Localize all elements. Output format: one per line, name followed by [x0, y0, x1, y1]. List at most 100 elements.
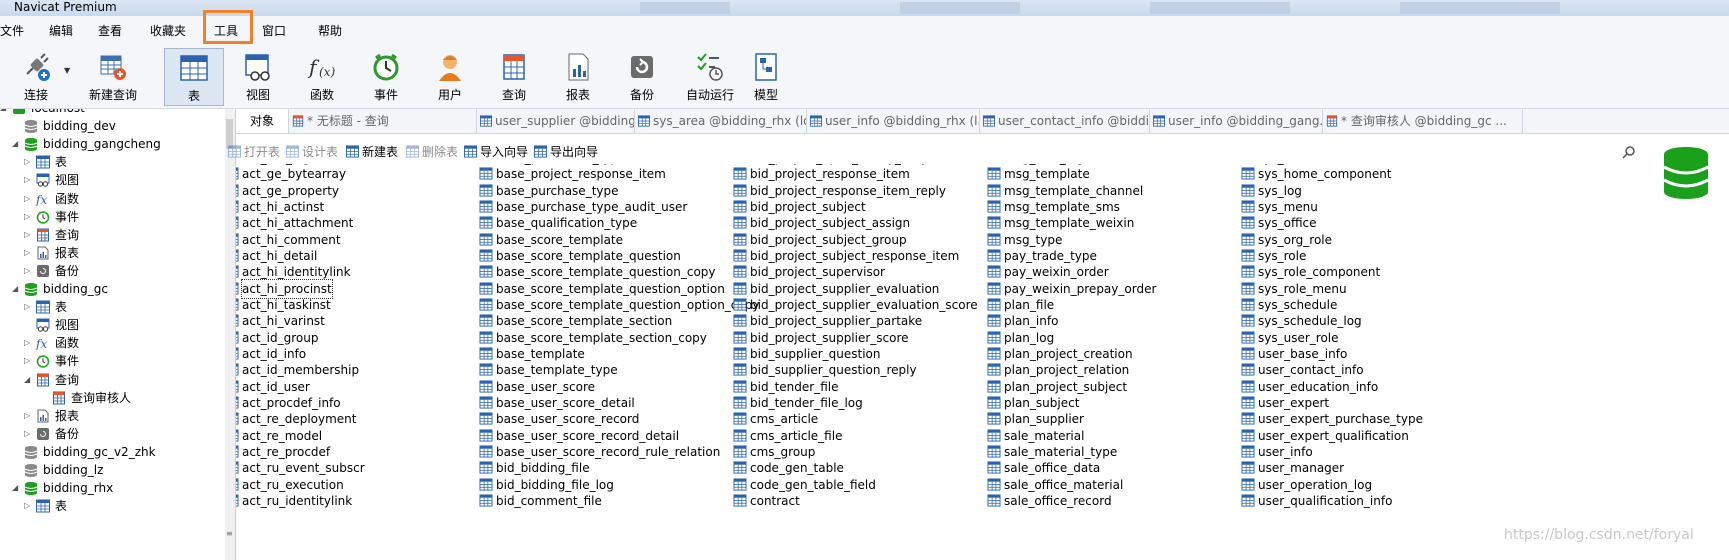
menu-file[interactable]: 文件 — [0, 21, 24, 41]
tree-expander-icon[interactable]: ▷ — [24, 226, 34, 244]
table-item[interactable]: bid_bidding_file — [479, 459, 729, 477]
tree-expander-icon[interactable]: ▷ — [24, 190, 34, 208]
tree-item[interactable]: bidding_dev — [12, 117, 225, 135]
tree-item[interactable]: ◢ localhost — [0, 109, 220, 117]
connection-button[interactable]: 连接 — [6, 48, 66, 106]
tree-expander-icon[interactable]: ◢ — [0, 109, 10, 117]
table-item[interactable]: sys_schedule_log — [1241, 312, 1491, 330]
table-item[interactable]: act_hi_detail — [236, 247, 475, 265]
object-action-button[interactable]: 设计表 — [286, 141, 338, 163]
connection-tree[interactable]: ◢localhostbidding_dev◢bidding_gangcheng▷… — [0, 109, 226, 560]
table-item[interactable]: plan_project_relation — [987, 361, 1237, 379]
table-item[interactable]: sys_office — [1241, 214, 1491, 232]
model-button[interactable]: 模型 — [736, 48, 796, 106]
table-item[interactable]: bid_comment_file — [479, 492, 729, 510]
table-item[interactable]: sys_schedule — [1241, 296, 1491, 314]
table-item[interactable]: cms_article_file — [733, 427, 983, 445]
table-item[interactable]: act_hi_procinst — [236, 278, 475, 299]
tree-item[interactable]: ▷ 备份 — [24, 425, 225, 443]
tree-expander-icon[interactable]: ▷ — [24, 298, 34, 316]
object-action-button[interactable]: 新建表 — [346, 141, 398, 163]
tree-item[interactable]: ▷ 备份 — [24, 262, 225, 280]
tree-expander-icon[interactable]: ▷ — [24, 262, 34, 280]
table-item[interactable]: base_purchase_type — [479, 182, 729, 200]
menu-window[interactable]: 窗口 — [262, 21, 286, 41]
menu-edit[interactable]: 编辑 — [49, 21, 73, 41]
table-item[interactable]: plan_project_creation — [987, 345, 1237, 363]
table-item[interactable]: bid_tender_file — [733, 378, 983, 396]
menu-help[interactable]: 帮助 — [318, 21, 342, 41]
table-item[interactable]: bid_project_supplier_evaluation — [733, 280, 983, 298]
table-item[interactable]: base_project_response_item — [479, 165, 729, 183]
tree-expander-icon[interactable]: ▷ — [24, 153, 34, 171]
tab-document[interactable]: user_supplier @bidding_r... — [476, 109, 635, 133]
tree-item[interactable]: ▷ 报表 — [24, 244, 225, 262]
table-item[interactable]: act_hi_actinst — [236, 198, 475, 216]
table-item[interactable]: base_score_template — [479, 231, 729, 249]
tree-expander-icon[interactable]: ▷ — [24, 208, 34, 226]
table-item[interactable]: base_user_score_record — [479, 410, 729, 428]
tree-item[interactable]: ◢ 查询 — [24, 371, 225, 389]
tree-expander-icon[interactable]: ▷ — [24, 497, 34, 515]
table-item[interactable]: act_re_procdef — [236, 443, 475, 461]
table-item[interactable]: plan_supplier — [987, 410, 1237, 428]
table-item[interactable]: msg_template_channel — [987, 182, 1237, 200]
table-item[interactable]: sys_role_component — [1241, 263, 1491, 281]
table-item[interactable]: bid_supplier_question_reply — [733, 361, 983, 379]
view-button[interactable]: 视图 — [228, 48, 288, 106]
table-item[interactable]: msg_type — [987, 231, 1237, 249]
table-item[interactable]: base_user_score — [479, 378, 729, 396]
chevron-down-icon[interactable]: ▼ — [64, 66, 70, 75]
table-item[interactable]: sys_log — [1241, 182, 1491, 200]
tree-item[interactable]: ▷ fx 函数 — [24, 190, 225, 208]
table-item[interactable]: msg_template — [987, 165, 1237, 183]
table-item[interactable]: sale_office_record — [987, 492, 1237, 510]
table-item[interactable]: sys_home_component — [1241, 165, 1491, 183]
event-button[interactable]: 事件 — [356, 48, 416, 106]
tab-objects[interactable]: 对象 — [236, 109, 289, 133]
table-item[interactable]: user_qualification_info — [1241, 492, 1491, 510]
table-item[interactable]: base_template_type — [479, 361, 729, 379]
table-item[interactable]: act_ru_identitylink — [236, 492, 475, 510]
table-item[interactable]: base_user_score_detail — [479, 394, 729, 412]
table-item[interactable]: base_qualification_type — [479, 214, 729, 232]
table-item[interactable]: plan_log — [987, 329, 1237, 347]
table-item[interactable]: act_hi_identitylink — [236, 263, 475, 281]
table-item[interactable]: base_score_template_question — [479, 247, 729, 265]
tab-document[interactable]: user_contact_info @biddin... — [979, 109, 1150, 133]
table-item[interactable]: msg_template_weixin — [987, 214, 1237, 232]
table-item[interactable]: bid_project_response_item — [733, 165, 983, 183]
table-item[interactable]: pay_weixin_prepay_order — [987, 280, 1237, 298]
tree-item[interactable]: ▷ 表 — [24, 153, 225, 171]
table-item[interactable]: bid_bidding_file_log — [479, 476, 729, 494]
user-button[interactable]: 用户 — [420, 48, 480, 106]
tree-item[interactable]: ◢ bidding_gangcheng — [12, 135, 225, 153]
table-item[interactable]: base_score_template_question_copy — [479, 263, 729, 281]
table-item[interactable]: base_score_template_section — [479, 312, 729, 330]
table-item[interactable]: user_expert_purchase_type — [1241, 410, 1491, 428]
backup-button[interactable]: 备份 — [612, 48, 672, 106]
table-item[interactable]: sys_user_role — [1241, 329, 1491, 347]
table-item[interactable]: plan_subject — [987, 394, 1237, 412]
table-item[interactable]: sys_role — [1241, 247, 1491, 265]
table-item[interactable]: user_contact_info — [1241, 361, 1491, 379]
tree-expander-icon[interactable]: ◢ — [12, 135, 22, 153]
tree-expander-icon[interactable]: ▷ — [24, 334, 34, 352]
function-button[interactable]: f (x) 函数 — [292, 48, 352, 106]
tree-item[interactable]: bidding_gc_v2_zhk — [12, 443, 225, 461]
table-item[interactable]: user_operation_log — [1241, 476, 1491, 494]
table-item[interactable]: plan_file — [987, 296, 1237, 314]
table-item[interactable]: bid_tender_file_log — [733, 394, 983, 412]
table-item[interactable]: base_template — [479, 345, 729, 363]
table-item[interactable]: act_id_info — [236, 345, 475, 363]
table-item[interactable]: plan_project_subject — [987, 378, 1237, 396]
tree-expander-icon[interactable]: ▷ — [24, 244, 34, 262]
tree-item[interactable]: 视图 — [24, 316, 225, 334]
object-action-button[interactable]: 删除表 — [406, 141, 458, 163]
table-item[interactable]: sys_org_role — [1241, 231, 1491, 249]
table-item[interactable]: sale_office_data — [987, 459, 1237, 477]
table-item[interactable]: user_education_info — [1241, 378, 1491, 396]
table-item[interactable]: sale_office_material — [987, 476, 1237, 494]
table-item[interactable]: sale_material_type — [987, 443, 1237, 461]
table-item[interactable]: base_purchase_type_audit_user — [479, 198, 729, 216]
